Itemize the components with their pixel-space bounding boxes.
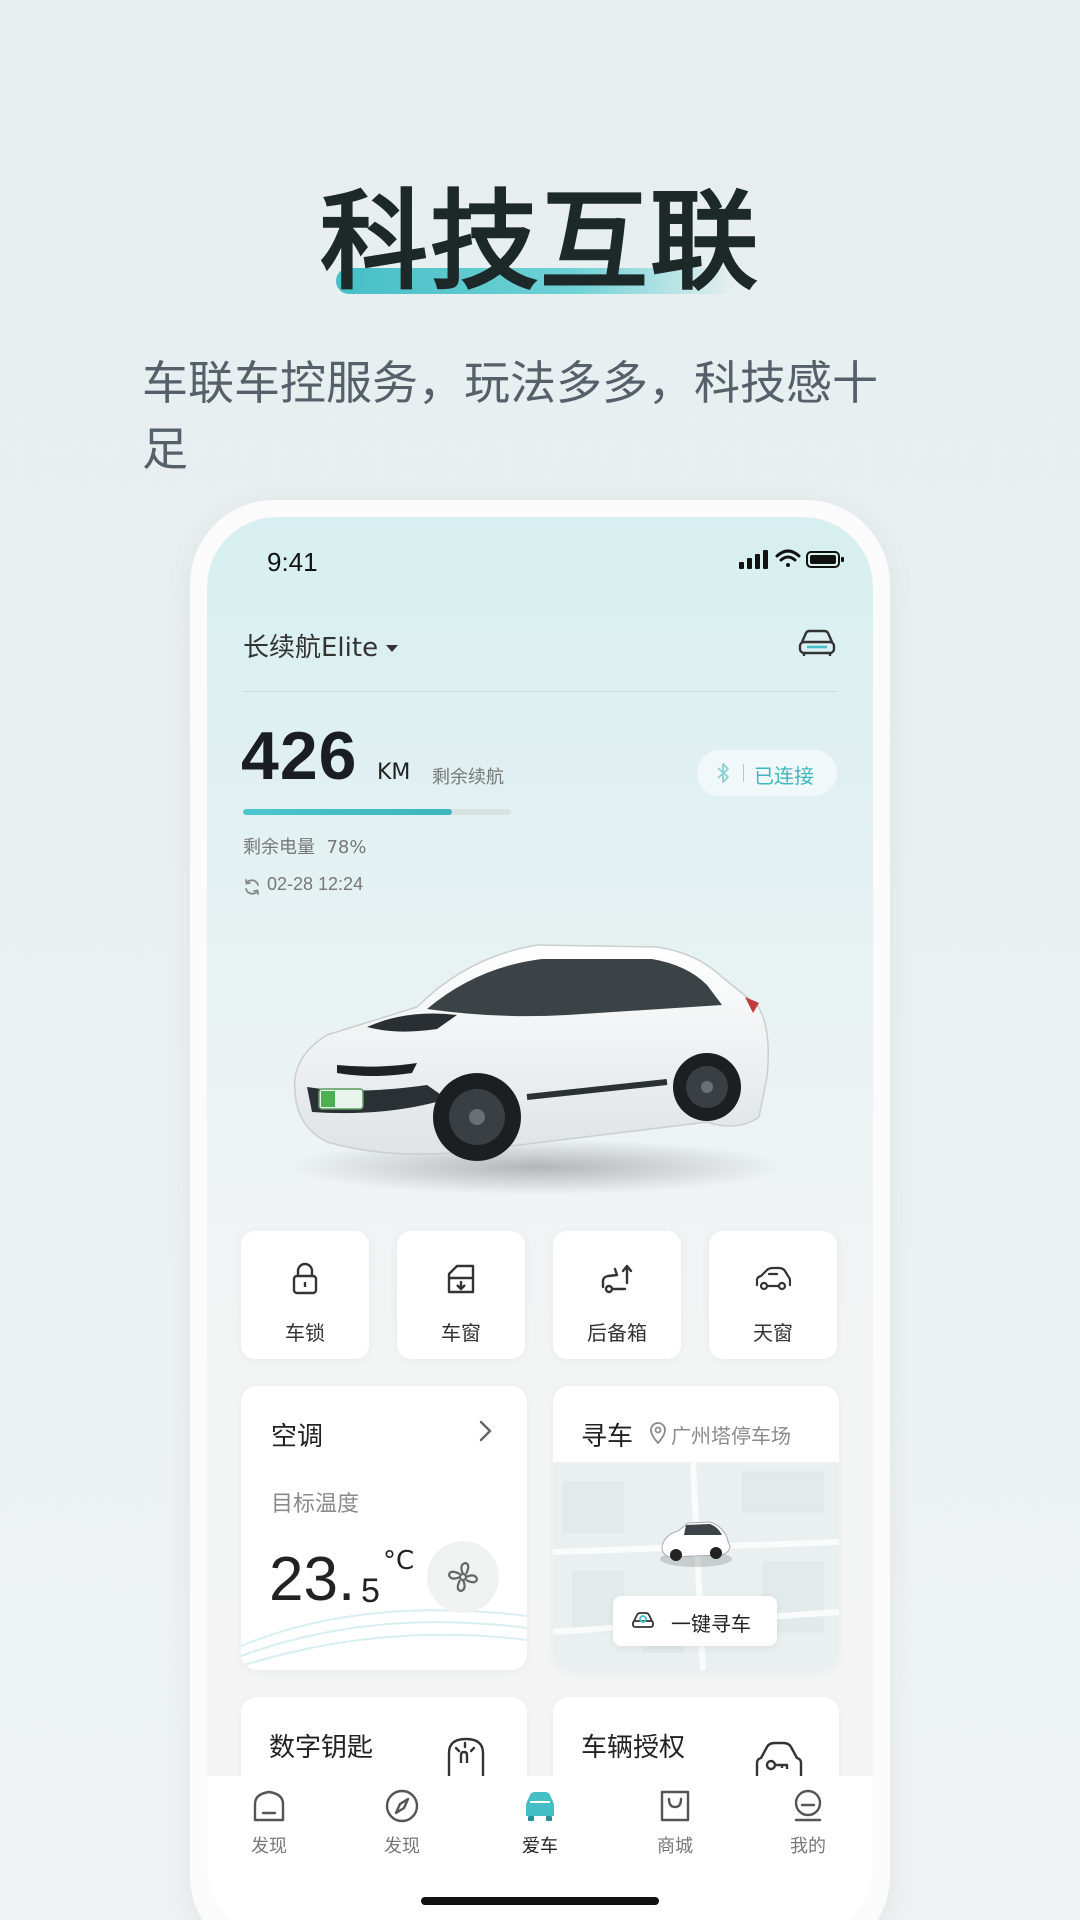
tab-profile[interactable]: 我的 <box>763 1776 853 1886</box>
bag-icon <box>660 1790 690 1822</box>
ac-subtitle: 目标温度 <box>271 1492 360 1517</box>
find-car-title: 寻车 <box>581 1422 634 1452</box>
battery-info: 剩余电量 78% <box>243 833 366 859</box>
vehicle-name: 长续航Elite <box>243 633 379 663</box>
range-unit: KM <box>377 760 411 785</box>
window-icon <box>447 1264 475 1294</box>
tab-discover-home[interactable]: 发现 <box>224 1776 314 1886</box>
car-outline-icon[interactable] <box>797 627 837 659</box>
home-icon <box>253 1790 285 1822</box>
find-car-card[interactable]: 寻车 广州塔停车场 一键寻车 <box>553 1386 839 1670</box>
phone-screen: 9:41 长续航Elite 426 KM 剩余续航 已连接 剩余电量 78% 0… <box>207 517 873 1920</box>
lock-icon <box>292 1262 318 1295</box>
page-title: 科技互联 <box>319 180 760 305</box>
connection-separator <box>743 764 744 782</box>
battery-percent: 78% <box>326 837 367 858</box>
ac-temp-unit: °C <box>383 1546 415 1576</box>
tab-my-car[interactable]: 爱车 <box>495 1776 585 1886</box>
tab-label: 我的 <box>790 1836 826 1857</box>
location-pin-icon <box>650 1422 666 1444</box>
status-icons <box>739 549 844 569</box>
connection-status: 已连接 <box>754 764 814 788</box>
trunk-label: 后备箱 <box>587 1321 647 1345</box>
tab-label: 爱车 <box>522 1836 558 1857</box>
page-subtitle: 车联车控服务，玩法多多，科技感十足 <box>142 356 878 476</box>
range-progress-fill <box>243 809 453 815</box>
ac-card[interactable]: 空调 目标温度 23. 5 °C <box>241 1386 527 1670</box>
profile-icon <box>794 1789 822 1822</box>
window-label: 车窗 <box>441 1321 481 1345</box>
tab-discover-compass[interactable]: 发现 <box>357 1776 447 1886</box>
find-car-location: 广州塔停车场 <box>671 1424 791 1448</box>
trunk-icon <box>601 1264 633 1294</box>
tab-label: 发现 <box>384 1836 420 1857</box>
signal-icon <box>739 550 768 569</box>
lock-label: 车锁 <box>285 1321 325 1345</box>
range-label: 剩余续航 <box>432 767 504 788</box>
fan-button[interactable] <box>427 1541 499 1613</box>
ac-temp-decimal: 5 <box>361 1572 380 1610</box>
window-button[interactable]: 车窗 <box>397 1231 525 1359</box>
sunroof-label: 天窗 <box>753 1321 793 1345</box>
digital-key-title: 数字钥匙 <box>269 1733 374 1763</box>
status-time: 9:41 <box>267 547 318 577</box>
battery-icon <box>806 551 844 568</box>
bluetooth-icon <box>717 763 729 783</box>
compass-icon <box>385 1789 419 1823</box>
wifi-icon <box>775 549 801 567</box>
lock-button[interactable]: 车锁 <box>241 1231 369 1359</box>
sync-time: 02-28 12:24 <box>267 874 364 894</box>
ac-temp-int: 23. <box>269 1545 356 1614</box>
chevron-right-icon[interactable] <box>475 1418 495 1444</box>
car-icon <box>526 1792 554 1821</box>
vehicle-authorization-title: 车辆授权 <box>581 1733 686 1763</box>
sunroof-button[interactable]: 天窗 <box>709 1231 837 1359</box>
tab-label: 发现 <box>251 1836 287 1857</box>
car-image <box>287 944 787 1195</box>
car-search-icon <box>632 1612 654 1628</box>
ac-title: 空调 <box>271 1422 324 1452</box>
refresh-icon[interactable] <box>243 878 261 896</box>
trunk-button[interactable]: 后备箱 <box>553 1231 681 1359</box>
sunroof-icon <box>755 1266 791 1291</box>
range-value: 426 <box>241 718 358 794</box>
tab-mall[interactable]: 商城 <box>630 1776 720 1886</box>
divider <box>243 691 837 692</box>
fan-icon <box>447 1561 479 1593</box>
caret-down-icon <box>386 645 399 652</box>
battery-label: 剩余电量 <box>243 837 315 858</box>
home-indicator[interactable] <box>421 1897 659 1905</box>
find-car-button-label: 一键寻车 <box>671 1612 751 1636</box>
range-progress-bar <box>243 809 511 815</box>
find-car-button[interactable]: 一键寻车 <box>613 1596 777 1646</box>
vehicle-selector[interactable]: 长续航Elite <box>243 627 399 664</box>
tab-label: 商城 <box>657 1836 693 1857</box>
